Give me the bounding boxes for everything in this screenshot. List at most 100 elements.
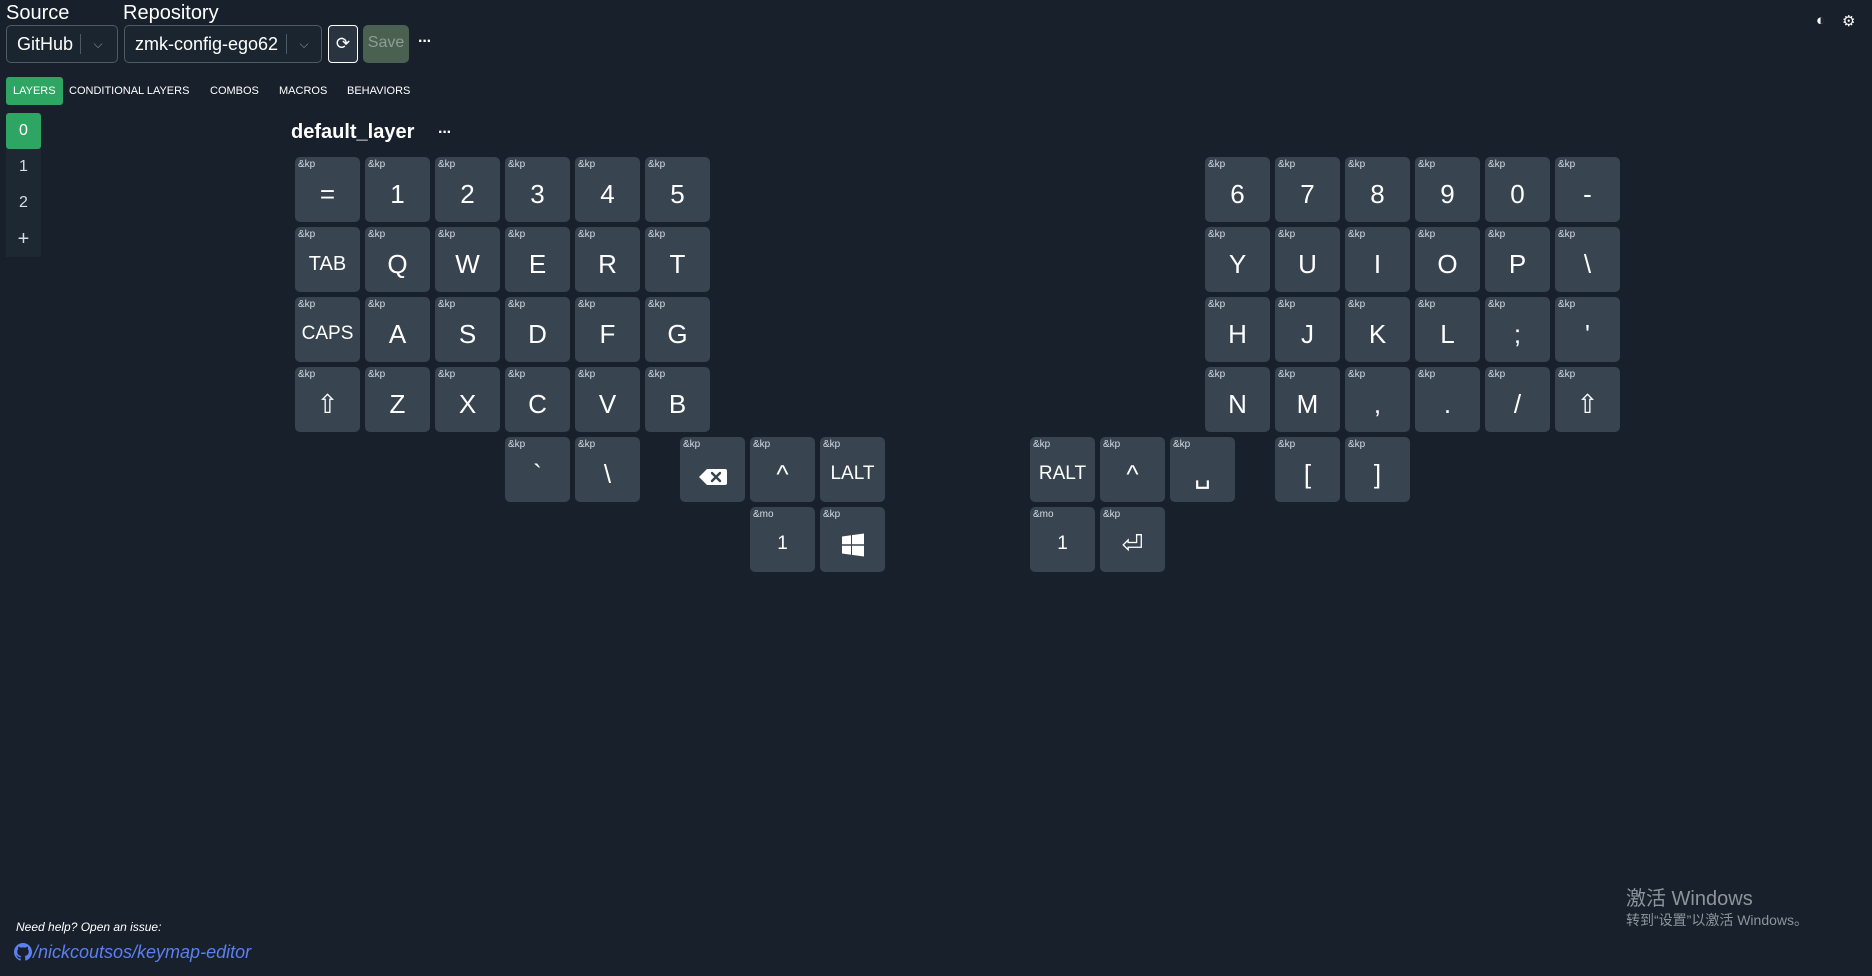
key-34[interactable]: &kp;	[1485, 297, 1550, 362]
repo-link[interactable]: /nickcoutsos/keymap-editor	[14, 942, 251, 963]
source-select[interactable]: GitHub ⌵	[6, 25, 118, 63]
key-22[interactable]: &kp P	[1485, 227, 1550, 292]
add-layer-button[interactable]: +	[6, 221, 41, 257]
key-50[interactable]: &kp	[680, 437, 745, 502]
key-13[interactable]: &kp Q	[365, 227, 430, 292]
key-label: ⏎	[1121, 529, 1144, 559]
key-32[interactable]: &kp K	[1345, 297, 1410, 362]
key-behavior-label: &kp	[508, 369, 526, 380]
chevron-down-icon[interactable]: ⌵	[293, 26, 315, 62]
key-behavior-label: &kp	[683, 439, 701, 450]
key-15[interactable]: &kp E	[505, 227, 570, 292]
tab-macros[interactable]: MACROS	[272, 77, 334, 105]
save-button[interactable]: Save	[363, 25, 409, 63]
key-behavior-label: &kp	[1558, 369, 1576, 380]
activation-watermark-subtitle: 转到“设置”以激活 Windows。	[1626, 912, 1809, 928]
key-52[interactable]: &kp LALT	[820, 437, 885, 502]
layer-item-2[interactable]: 2	[6, 185, 41, 221]
key-48[interactable]: &kp `	[505, 437, 570, 502]
key-26[interactable]: &kp S	[435, 297, 500, 362]
key-47[interactable]: &kp ⇧	[1555, 367, 1620, 432]
key-43[interactable]: &kp M	[1275, 367, 1340, 432]
key-behavior-label: &kp	[298, 299, 316, 310]
key-33[interactable]: &kp L	[1415, 297, 1480, 362]
key-56[interactable]: &kp [	[1275, 437, 1340, 502]
key-1[interactable]: &kp 1	[365, 157, 430, 222]
key-label: \	[603, 459, 612, 489]
key-behavior-label: &kp	[578, 159, 596, 170]
key-53[interactable]: &kp RALT	[1030, 437, 1095, 502]
key-60[interactable]: &mo 1	[1030, 507, 1095, 572]
key-49[interactable]: &kp \	[575, 437, 640, 502]
theme-toggle-icon[interactable]: ◐	[1816, 12, 1825, 29]
key-29[interactable]: &kp G	[645, 297, 710, 362]
key-31[interactable]: &kp J	[1275, 297, 1340, 362]
key-8[interactable]: &kp 8	[1345, 157, 1410, 222]
key-27[interactable]: &kp D	[505, 297, 570, 362]
key-4[interactable]: &kp 4	[575, 157, 640, 222]
key-59[interactable]: &kp	[820, 507, 885, 572]
key-0[interactable]: &kp =	[295, 157, 360, 222]
key-25[interactable]: &kp A	[365, 297, 430, 362]
key-42[interactable]: &kp N	[1205, 367, 1270, 432]
key-20[interactable]: &kp I	[1345, 227, 1410, 292]
key-41[interactable]: &kp B	[645, 367, 710, 432]
key-label: P	[1508, 249, 1527, 279]
key-45[interactable]: &kp.	[1415, 367, 1480, 432]
key-7[interactable]: &kp 7	[1275, 157, 1340, 222]
key-30[interactable]: &kp H	[1205, 297, 1270, 362]
key-11[interactable]: &kp -	[1555, 157, 1620, 222]
key-17[interactable]: &kp T	[645, 227, 710, 292]
key-21[interactable]: &kp O	[1415, 227, 1480, 292]
key-9[interactable]: &kp 9	[1415, 157, 1480, 222]
key-6[interactable]: &kp 6	[1205, 157, 1270, 222]
key-14[interactable]: &kp W	[435, 227, 500, 292]
key-5[interactable]: &kp 5	[645, 157, 710, 222]
key-10[interactable]: &kp 0	[1485, 157, 1550, 222]
key-label: 1	[390, 179, 405, 209]
key-38[interactable]: &kp X	[435, 367, 500, 432]
key-23[interactable]: &kp \	[1555, 227, 1620, 292]
tab-conditional-layers[interactable]: CONDITIONAL LAYERS	[62, 77, 196, 105]
repository-select[interactable]: zmk-config-ego62 ⌵	[124, 25, 322, 63]
layer-name[interactable]: default_layer	[291, 118, 414, 146]
repo-link-text[interactable]: /nickcoutsos/keymap-editor	[33, 942, 251, 962]
windows-icon	[820, 531, 885, 565]
key-39[interactable]: &kp C	[505, 367, 570, 432]
key-28[interactable]: &kp F	[575, 297, 640, 362]
key-16[interactable]: &kp R	[575, 227, 640, 292]
settings-gear-icon[interactable]: ⚙	[1842, 12, 1855, 30]
key-behavior-label: &kp	[578, 369, 596, 380]
key-18[interactable]: &kp Y	[1205, 227, 1270, 292]
chevron-down-icon[interactable]: ⌵	[87, 26, 109, 62]
key-label: S	[458, 319, 477, 349]
key-54[interactable]: &kp ^	[1100, 437, 1165, 502]
tab-combos[interactable]: COMBOS	[203, 77, 266, 105]
tab-layers[interactable]: LAYERS	[6, 77, 63, 105]
layer-item-0[interactable]: 0	[6, 113, 41, 149]
key-44[interactable]: &kp,	[1345, 367, 1410, 432]
key-57[interactable]: &kp]	[1345, 437, 1410, 502]
key-37[interactable]: &kp Z	[365, 367, 430, 432]
key-61[interactable]: &kp ⏎	[1100, 507, 1165, 572]
key-2[interactable]: &kp 2	[435, 157, 500, 222]
key-36[interactable]: &kp ⇧	[295, 367, 360, 432]
key-51[interactable]: &kp ^	[750, 437, 815, 502]
key-behavior-label: &kp	[1208, 229, 1226, 240]
layer-item-1[interactable]: 1	[6, 149, 41, 185]
key-24[interactable]: &kp CAPS	[295, 297, 360, 362]
key-behavior-label: &kp	[1173, 439, 1191, 450]
key-3[interactable]: &kp 3	[505, 157, 570, 222]
key-58[interactable]: &mo 1	[750, 507, 815, 572]
more-options-button[interactable]: ···	[418, 33, 432, 51]
key-12[interactable]: &kp TAB	[295, 227, 360, 292]
key-label: .	[1443, 389, 1452, 419]
key-55[interactable]: &kp ␣	[1170, 437, 1235, 502]
key-40[interactable]: &kp V	[575, 367, 640, 432]
layer-menu-button[interactable]: ···	[438, 124, 452, 142]
key-19[interactable]: &kp U	[1275, 227, 1340, 292]
key-35[interactable]: &kp '	[1555, 297, 1620, 362]
refresh-button[interactable]: ⟳	[328, 25, 358, 63]
tab-behaviors[interactable]: BEHAVIORS	[340, 77, 417, 105]
key-46[interactable]: &kp /	[1485, 367, 1550, 432]
